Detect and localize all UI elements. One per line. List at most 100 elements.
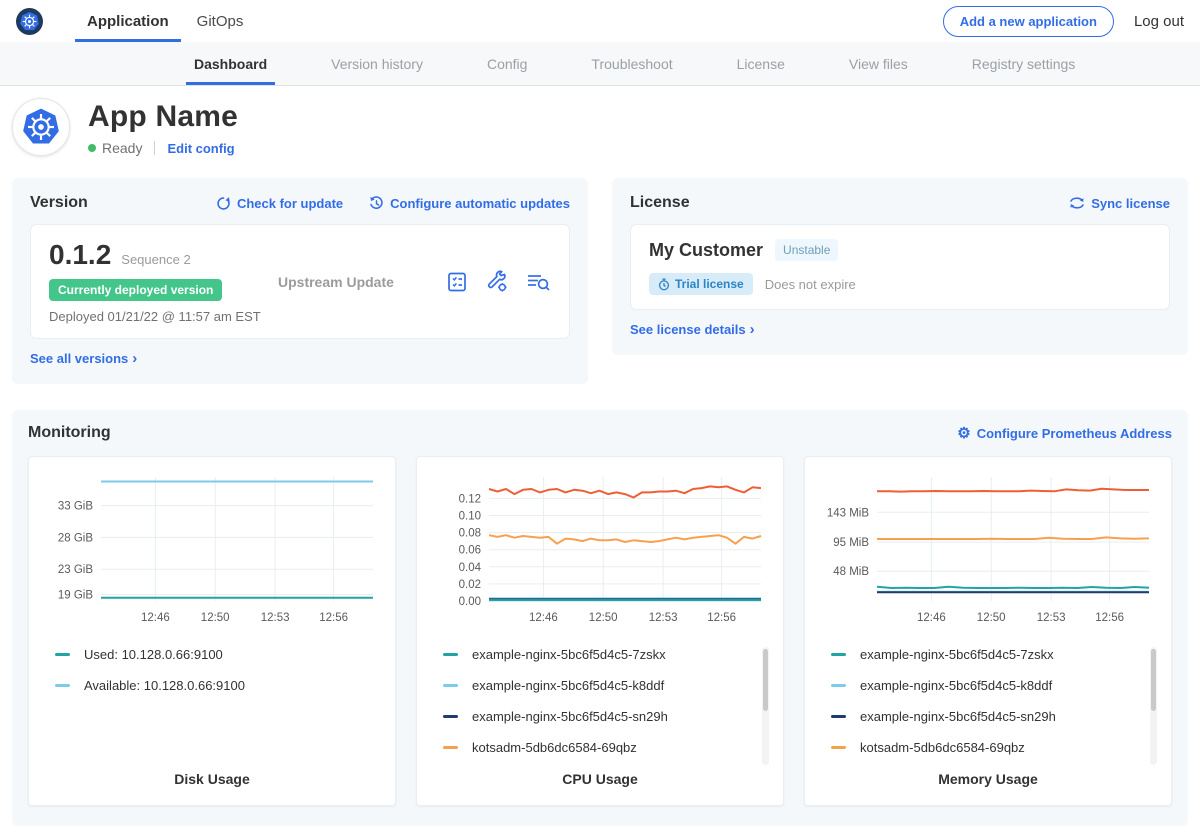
legend-item: example-nginx-5bc6f5d4c5-k8ddf	[443, 678, 755, 693]
deploy-logs-icon[interactable]	[525, 270, 551, 294]
svg-text:12:56: 12:56	[319, 612, 348, 624]
legend-color-dash	[831, 715, 846, 718]
svg-text:12:46: 12:46	[141, 612, 170, 624]
edit-config-link[interactable]: Edit config	[167, 141, 234, 156]
legend-color-dash	[443, 715, 458, 718]
channel-badge: Unstable	[775, 239, 838, 261]
legend-item: kotsadm-5db6dc6584-69qbz	[443, 740, 755, 755]
chart-card-cpu-usage: 0.120.100.080.060.040.020.0012:4612:5012…	[416, 456, 784, 806]
legend-item: example-nginx-5bc6f5d4c5-7zskx	[443, 647, 755, 662]
chart-legend: example-nginx-5bc6f5d4c5-7zskx example-ng…	[431, 647, 769, 771]
version-number: 0.1.2	[49, 239, 111, 271]
legend-scrollbar-thumb[interactable]	[1151, 649, 1156, 711]
legend-item: example-nginx-5bc6f5d4c5-k8ddf	[831, 678, 1143, 693]
chart-legend: example-nginx-5bc6f5d4c5-7zskx example-ng…	[819, 647, 1157, 771]
app-logo-icon	[12, 98, 70, 156]
svg-text:12:53: 12:53	[1037, 612, 1066, 624]
topnav-tab-gitops[interactable]: GitOps	[183, 0, 258, 42]
svg-text:12:46: 12:46	[917, 612, 946, 624]
sync-arrows-icon	[1069, 196, 1085, 210]
svg-text:0.04: 0.04	[459, 562, 482, 574]
configure-prometheus-link[interactable]: ⚙ Configure Prometheus Address	[957, 426, 1172, 441]
release-notes-icon[interactable]	[445, 270, 469, 294]
subnav-tab-view-files[interactable]: View files	[841, 42, 916, 85]
svg-text:19 GiB: 19 GiB	[58, 590, 93, 602]
chart-plot-memory-usage: 143 MiB95 MiB48 MiB12:4612:5012:5312:56	[819, 469, 1157, 637]
chart-title: Memory Usage	[819, 771, 1157, 791]
version-card: Version Check for update Configure au	[12, 178, 588, 384]
legend-scrollbar-thumb[interactable]	[763, 649, 768, 711]
page-title: App Name	[88, 100, 238, 134]
subnav-tab-license[interactable]: License	[729, 42, 793, 85]
subnav-tab-troubleshoot[interactable]: Troubleshoot	[583, 42, 680, 85]
legend-label: Available: 10.128.0.66:9100	[84, 678, 245, 693]
svg-text:0.00: 0.00	[459, 596, 481, 608]
configure-automatic-updates-link[interactable]: Configure automatic updates	[369, 196, 570, 211]
license-card-title: License	[630, 194, 690, 212]
svg-text:0.10: 0.10	[459, 511, 481, 523]
kubernetes-logo-icon	[16, 8, 43, 35]
chevron-right-icon: ›	[750, 322, 755, 337]
svg-text:12:53: 12:53	[261, 612, 290, 624]
top-navbar: ApplicationGitOps Add a new application …	[0, 0, 1200, 42]
sync-license-link[interactable]: Sync license	[1069, 196, 1170, 211]
deployed-timestamp: Deployed 01/21/22 @ 11:57 am EST	[49, 309, 264, 324]
stopwatch-icon	[658, 278, 670, 291]
legend-item: Used: 10.128.0.66:9100	[55, 647, 367, 662]
customer-name: My Customer	[649, 240, 763, 261]
legend-item: Available: 10.128.0.66:9100	[55, 678, 367, 693]
version-sequence: Sequence 2	[121, 252, 190, 267]
subnav-tab-config[interactable]: Config	[479, 42, 535, 85]
divider	[154, 141, 155, 155]
chart-legend: Used: 10.128.0.66:9100 Available: 10.128.…	[43, 647, 381, 771]
license-summary: My Customer Unstable Trial license Does …	[630, 224, 1170, 310]
subnav-tab-dashboard[interactable]: Dashboard	[186, 42, 275, 85]
edit-config-icon[interactable]	[485, 270, 509, 294]
legend-label: example-nginx-5bc6f5d4c5-sn29h	[860, 709, 1056, 724]
svg-text:12:50: 12:50	[589, 612, 618, 624]
auto-update-clock-icon	[369, 196, 384, 211]
svg-text:0.08: 0.08	[459, 528, 481, 540]
subnav-tab-version-history[interactable]: Version history	[323, 42, 431, 85]
refresh-icon	[216, 196, 231, 211]
logout-link[interactable]: Log out	[1134, 13, 1184, 30]
license-expiry: Does not expire	[765, 277, 856, 292]
legend-item: kotsadm-5db6dc6584-69qbz	[831, 740, 1143, 755]
legend-item: example-nginx-5bc6f5d4c5-sn29h	[443, 709, 755, 724]
legend-color-dash	[443, 684, 458, 687]
svg-text:143 MiB: 143 MiB	[827, 507, 870, 519]
version-card-title: Version	[30, 194, 88, 212]
svg-text:33 GiB: 33 GiB	[58, 501, 93, 513]
add-new-application-button[interactable]: Add a new application	[943, 6, 1114, 37]
charts-row: 33 GiB 28 GiB 23 GiB 19 GiB 12:46 12:50 12:53 1…	[28, 456, 1172, 806]
svg-text:0.06: 0.06	[459, 545, 481, 557]
legend-label: example-nginx-5bc6f5d4c5-7zskx	[860, 647, 1054, 662]
legend-scrollbar[interactable]	[1150, 647, 1157, 765]
subnav-tab-registry-settings[interactable]: Registry settings	[964, 42, 1083, 85]
legend-color-dash	[55, 653, 70, 656]
chart-plot-cpu-usage: 0.120.100.080.060.040.020.0012:4612:5012…	[431, 469, 769, 637]
topnav-tabs: ApplicationGitOps	[73, 0, 257, 42]
chart-card-memory-usage: 143 MiB95 MiB48 MiB12:4612:5012:5312:56e…	[804, 456, 1172, 806]
svg-text:28 GiB: 28 GiB	[58, 532, 93, 544]
svg-text:23 GiB: 23 GiB	[58, 564, 93, 576]
legend-color-dash	[443, 653, 458, 656]
version-source: Upstream Update	[264, 274, 445, 290]
license-card: License Sync license My Customer Unstabl…	[612, 178, 1188, 355]
see-all-versions-link[interactable]: See all versions›	[30, 351, 137, 366]
app-header: App Name Ready Edit config	[0, 86, 1200, 170]
see-license-details-link[interactable]: See license details›	[630, 322, 755, 337]
legend-label: kotsadm-5db6dc6584-69qbz	[860, 740, 1025, 755]
svg-text:48 MiB: 48 MiB	[833, 566, 869, 578]
svg-text:12:56: 12:56	[707, 612, 736, 624]
legend-scrollbar[interactable]	[762, 647, 769, 765]
legend-label: example-nginx-5bc6f5d4c5-sn29h	[472, 709, 668, 724]
chart-title: Disk Usage	[43, 771, 381, 791]
legend-item: example-nginx-5bc6f5d4c5-sn29h	[831, 709, 1143, 724]
chart-plot-disk-usage: 33 GiB28 GiB23 GiB19 GiB12:4612:5012:531…	[43, 469, 381, 637]
deployed-badge: Currently deployed version	[49, 279, 222, 301]
topnav-tab-application[interactable]: Application	[73, 0, 183, 42]
check-for-update-link[interactable]: Check for update	[216, 196, 343, 211]
legend-color-dash	[55, 684, 70, 687]
svg-text:12:50: 12:50	[977, 612, 1006, 624]
